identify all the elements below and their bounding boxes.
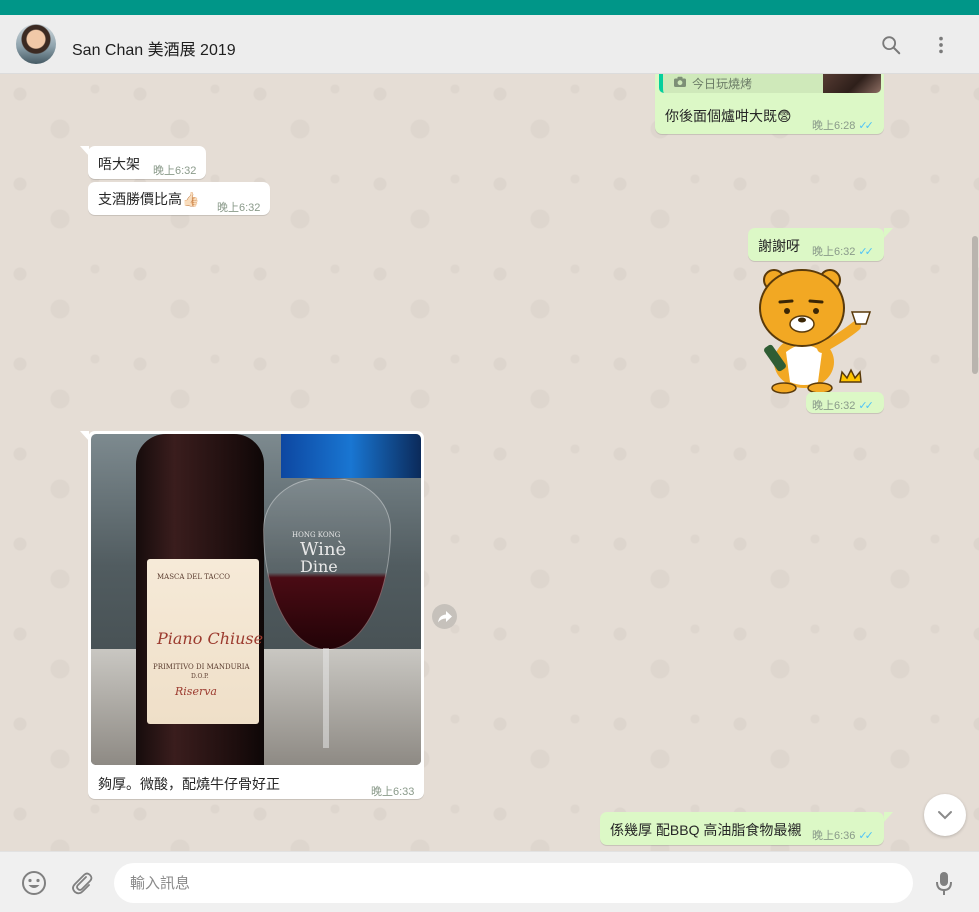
message-input[interactable] bbox=[114, 863, 913, 903]
quoted-reply-label: 今日玩燒烤 bbox=[692, 77, 753, 91]
search-icon[interactable] bbox=[880, 34, 902, 56]
message-time: 晚上6:33 bbox=[371, 786, 415, 798]
chevron-down-icon bbox=[938, 811, 952, 820]
microphone-icon bbox=[936, 872, 952, 895]
avatar[interactable] bbox=[16, 24, 56, 64]
menu-icon[interactable] bbox=[930, 34, 952, 56]
sticker-time-badge: 晚上6:32 ✓✓ bbox=[806, 392, 884, 413]
wine-glass: HONG KONG Winè Dine bbox=[263, 478, 391, 650]
forward-icon bbox=[437, 610, 452, 622]
chat-header: San Chan 美酒展 2019 bbox=[0, 15, 979, 74]
bear-sticker[interactable] bbox=[756, 264, 876, 394]
composer bbox=[0, 851, 979, 912]
message-text: 謝謝呀 bbox=[758, 238, 800, 254]
message-text: 支酒勝價比高👍🏻 bbox=[98, 191, 200, 207]
message-text: 係幾厚 配BBQ 高油脂食物最襯 bbox=[610, 822, 802, 838]
photo-tv bbox=[281, 434, 421, 478]
wine-photo[interactable]: MASCA DEL TACCO Piano Chiuse PRIMITIVO D… bbox=[91, 434, 421, 765]
quoted-photo-thumbnail bbox=[823, 74, 881, 93]
photo-caption: 夠厚。微酸，配燒牛仔骨好正 bbox=[98, 776, 280, 792]
message-bubble-outgoing[interactable]: 係幾厚 配BBQ 高油脂食物最襯 晚上6:36 ✓✓ bbox=[600, 812, 884, 845]
message-time: 晚上6:32 ✓✓ bbox=[812, 400, 874, 412]
read-ticks-icon: ✓✓ bbox=[858, 400, 874, 412]
emoji-button[interactable] bbox=[21, 870, 47, 896]
message-bubble-incoming[interactable]: 唔大架 晚上6:32 bbox=[88, 146, 206, 179]
contact-name[interactable]: San Chan 美酒展 2019 bbox=[72, 36, 236, 60]
emoji-icon bbox=[22, 871, 46, 895]
message-bubble-incoming[interactable]: 支酒勝價比高👍🏻 晚上6:32 bbox=[88, 182, 270, 215]
read-ticks-icon: ✓✓ bbox=[858, 830, 874, 842]
message-time: 晚上6:32 ✓✓ bbox=[812, 246, 874, 258]
bubble-tail bbox=[884, 812, 893, 822]
message-time: 晚上6:32 bbox=[153, 165, 197, 177]
chat-area[interactable]: 今日玩燒烤 你後面個爐咁大既😨 晚上6:28 ✓✓ 唔大架 晚上6:32 支酒勝價… bbox=[0, 74, 979, 851]
message-time: 晚上6:28 ✓✓ bbox=[812, 120, 874, 132]
camera-icon bbox=[674, 76, 686, 87]
attach-button[interactable] bbox=[69, 870, 95, 896]
wine-glass-stem bbox=[323, 648, 329, 748]
scroll-to-bottom-button[interactable] bbox=[924, 794, 966, 836]
forward-button[interactable] bbox=[432, 604, 457, 629]
chat-scrollbar[interactable] bbox=[971, 74, 979, 851]
attach-icon bbox=[72, 872, 93, 895]
top-accent-bar bbox=[0, 0, 979, 15]
message-time: 晚上6:36 ✓✓ bbox=[812, 830, 874, 842]
scrollbar-thumb[interactable] bbox=[972, 236, 978, 374]
wine-label: MASCA DEL TACCO Piano Chiuse PRIMITIVO D… bbox=[147, 559, 263, 724]
message-text: 唔大架 bbox=[98, 156, 140, 172]
message-bubble-outgoing[interactable]: 今日玩燒烤 你後面個爐咁大既😨 晚上6:28 ✓✓ bbox=[655, 74, 884, 134]
read-ticks-icon: ✓✓ bbox=[858, 120, 874, 132]
quoted-reply[interactable]: 今日玩燒烤 bbox=[659, 74, 881, 93]
bubble-tail bbox=[884, 228, 893, 238]
read-ticks-icon: ✓✓ bbox=[858, 246, 874, 258]
message-time: 晚上6:32 bbox=[217, 202, 261, 214]
microphone-button[interactable] bbox=[931, 870, 957, 896]
message-bubble-outgoing[interactable]: 謝謝呀 晚上6:32 ✓✓ bbox=[748, 228, 884, 261]
message-text: 你後面個爐咁大既😨 bbox=[665, 108, 792, 124]
